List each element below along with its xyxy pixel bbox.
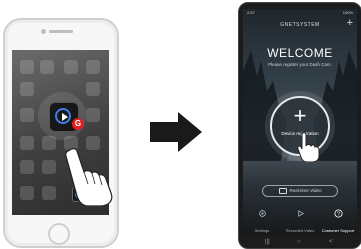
app-welcome-screen: 2:57 100% GNETSYSTEM + WELCOME Please re… — [243, 9, 357, 235]
bottom-navigation: Settings Recorded Video ? Customer Suppo… — [243, 207, 357, 235]
app-icon[interactable] — [86, 82, 100, 96]
nav-label-recorded-video: Recorded Video — [285, 228, 315, 233]
home-button[interactable] — [48, 223, 70, 245]
svg-text:?: ? — [337, 211, 340, 217]
right-arrow-icon — [150, 112, 202, 152]
app-icon[interactable] — [42, 186, 56, 200]
earpiece-speaker — [49, 30, 73, 33]
iphone-device: G — [3, 18, 119, 248]
brand-title: GNETSYSTEM — [280, 22, 320, 28]
app-icon[interactable] — [86, 60, 100, 74]
real-time-video-label: Real-time Video — [289, 188, 322, 193]
nav-label-settings: Settings — [254, 228, 270, 233]
android-device: 2:57 100% GNETSYSTEM + WELCOME Please re… — [238, 2, 361, 249]
app-icon[interactable] — [40, 60, 54, 74]
back-key[interactable]: < — [329, 239, 333, 245]
nav-label-customer-support: Customer Support — [321, 228, 355, 233]
tapping-hand-icon — [297, 132, 320, 162]
app-icon[interactable] — [64, 60, 78, 74]
g-badge-icon: G — [72, 118, 84, 130]
play-ring-icon — [55, 108, 71, 124]
nav-item-customer-support[interactable]: ? Customer Support — [319, 207, 357, 235]
recents-key[interactable]: ||| — [265, 239, 270, 245]
status-battery: 100% — [342, 10, 353, 15]
app-icon[interactable] — [20, 136, 34, 150]
add-device-icon[interactable]: + — [347, 18, 353, 29]
app-icon[interactable] — [42, 160, 56, 174]
real-time-video-button[interactable]: Real-time Video — [262, 185, 338, 197]
status-time: 2:57 — [247, 10, 255, 15]
question-icon: ? — [333, 209, 343, 218]
gear-icon — [258, 210, 266, 217]
play-icon — [297, 210, 304, 217]
welcome-subtitle: Please register your Dash Cam. — [268, 62, 332, 67]
status-bar: 2:57 100% — [243, 9, 357, 17]
tapping-hand-icon — [65, 148, 113, 206]
app-icon[interactable] — [20, 82, 34, 96]
app-icon[interactable] — [20, 60, 34, 74]
home-key[interactable]: ○ — [297, 239, 301, 245]
app-icon[interactable] — [20, 186, 34, 200]
nav-item-recorded-video[interactable]: Recorded Video — [281, 207, 319, 235]
app-icon[interactable] — [20, 160, 34, 174]
plus-icon: + — [293, 103, 307, 128]
app-icon[interactable] — [86, 108, 100, 122]
front-camera — [41, 29, 46, 34]
welcome-heading: WELCOME — [267, 46, 333, 60]
app-icon[interactable] — [20, 108, 34, 122]
android-softkeys: ||| ○ < — [243, 237, 357, 246]
nav-item-settings[interactable]: Settings — [243, 207, 281, 235]
camera-icon — [278, 187, 287, 194]
